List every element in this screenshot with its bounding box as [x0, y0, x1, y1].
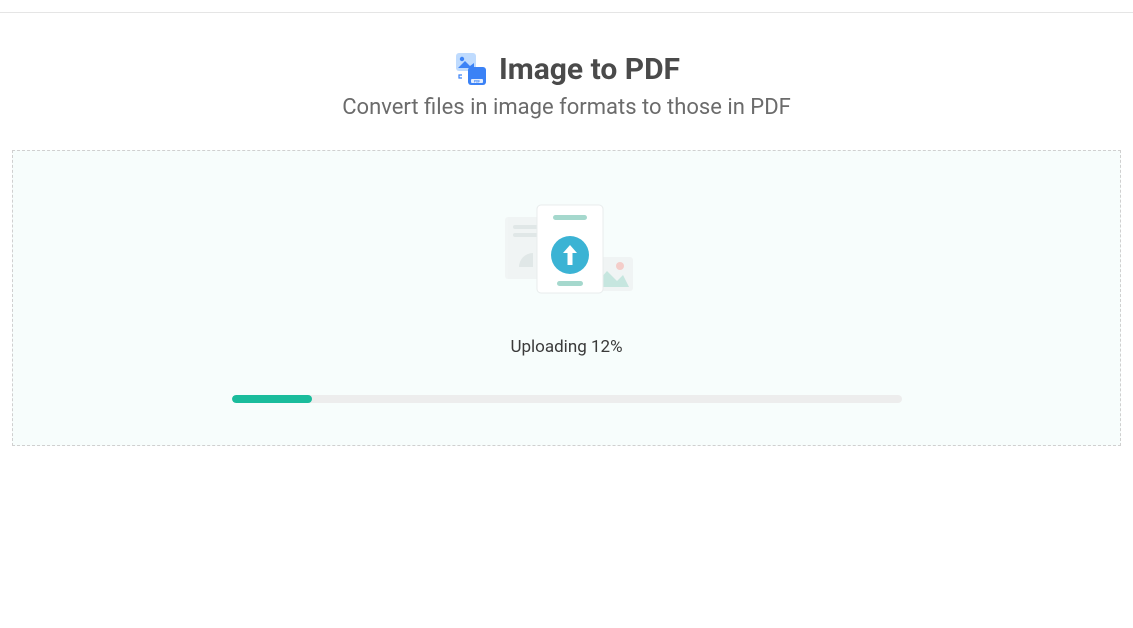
top-divider	[0, 12, 1133, 13]
page-title: Image to PDF	[499, 52, 680, 87]
upload-illustration-icon	[487, 199, 647, 309]
image-to-pdf-logo-icon: PDF	[453, 51, 489, 87]
page-header: PDF Image to PDF Convert files in image …	[0, 51, 1133, 120]
page-subtitle: Convert files in image formats to those …	[0, 95, 1133, 120]
title-row: PDF Image to PDF	[0, 51, 1133, 87]
svg-text:PDF: PDF	[474, 79, 480, 83]
upload-status-text: Uploading 12%	[13, 337, 1120, 357]
upload-dropzone[interactable]: Uploading 12%	[12, 150, 1121, 446]
upload-progress-fill	[232, 395, 312, 403]
upload-progress-bar	[232, 395, 902, 403]
